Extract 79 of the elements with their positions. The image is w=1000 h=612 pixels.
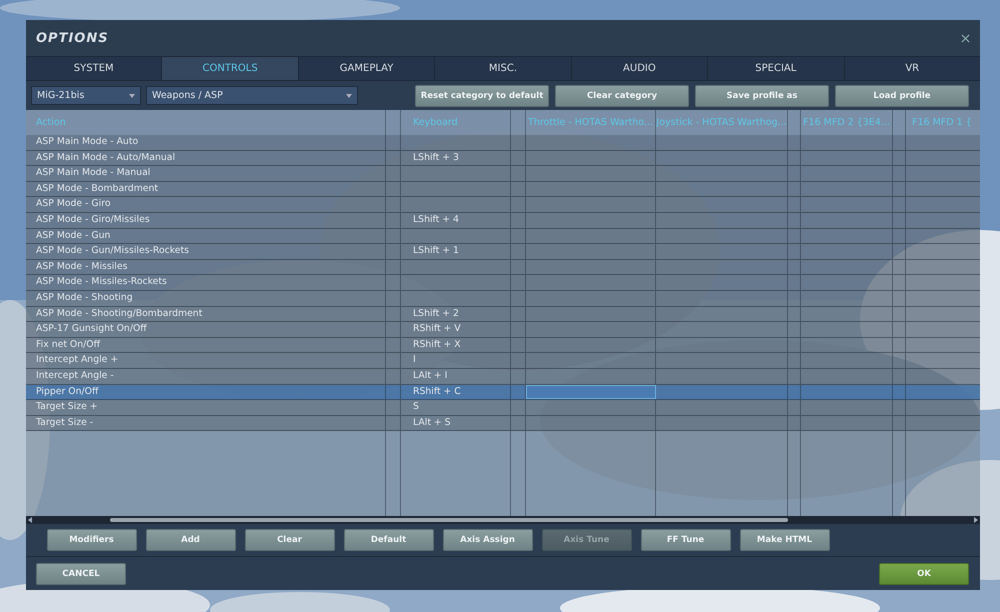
table-row[interactable]: Pipper On/Off RShift + C (26, 384, 980, 400)
close-icon[interactable] (961, 34, 970, 42)
table-row[interactable]: ASP Mode - Missiles (26, 260, 980, 276)
table-cell: ASP Main Mode - Auto/Manual (26, 150, 386, 166)
table-cell: LShift + 4 (401, 212, 511, 228)
table-cell: ASP Mode - Shooting/Bombardment (26, 306, 386, 322)
caret-icon (346, 94, 352, 98)
table-row[interactable]: ASP Main Mode - Auto (26, 135, 980, 151)
table-row[interactable]: Intercept Angle - LAlt + I (26, 368, 980, 384)
action-button[interactable]: FF Tune (640, 529, 730, 551)
table-cell: LAlt + I (401, 368, 511, 384)
table-cell: LShift + 1 (401, 244, 511, 259)
table-cell: Target Size + (26, 400, 386, 415)
table-cell: Intercept Angle + (26, 353, 386, 368)
table-row[interactable]: ASP Main Mode - Manual (26, 166, 980, 182)
toolbar-button[interactable]: Load profile (835, 84, 969, 106)
tab[interactable]: SPECIAL (708, 57, 845, 80)
table-row[interactable]: ASP Main Mode - Auto/Manual LShift + 3 (26, 150, 980, 166)
action-button[interactable]: Add (146, 529, 236, 551)
table-cell: Intercept Angle - (26, 368, 386, 384)
tab[interactable]: AUDIO (572, 57, 708, 80)
table-row[interactable]: ASP Mode - Missiles-Rockets (26, 275, 980, 291)
table-row[interactable]: ASP Mode - Gun (26, 228, 980, 244)
table-row[interactable]: ASP-17 Gunsight On/Off RShift + V (26, 322, 980, 338)
table-cell: ASP Mode - Gun/Missiles-Rockets (26, 244, 386, 259)
toolbar-button[interactable]: Save profile as (695, 84, 829, 106)
table-cell: ASP Mode - Missiles-Rockets (26, 275, 386, 290)
action-button[interactable]: Make HTML (740, 529, 830, 551)
window-title: OPTIONS (36, 30, 109, 46)
table-row[interactable]: ASP Mode - Bombardment (26, 182, 980, 198)
table-row[interactable]: Fix net On/Off RShift + X (26, 338, 980, 354)
toolbar-button[interactable]: Reset category to default (415, 84, 549, 106)
table-cell: ASP Main Mode - Manual (26, 166, 386, 181)
table-cell: ASP Mode - Shooting (26, 290, 386, 306)
dropdown[interactable]: Weapons / ASP (146, 86, 358, 105)
caret-icon (129, 94, 135, 98)
scrollbar-thumb[interactable] (110, 518, 788, 522)
table-cell: RShift + C (401, 384, 511, 400)
ok-button[interactable]: OK (879, 562, 969, 584)
table-cell: LShift + 3 (401, 150, 511, 166)
table-cell: LAlt + S (401, 416, 511, 430)
table-cell: ASP-17 Gunsight On/Off (26, 322, 386, 337)
action-button[interactable]: Modifiers (46, 529, 136, 551)
cancel-button[interactable]: CANCEL (36, 562, 126, 584)
table-cell: RShift + V (401, 322, 511, 337)
table-cell: ASP Mode - Giro (26, 197, 386, 212)
table-row[interactable]: ASP Mode - Giro/Missiles LShift + 4 (26, 212, 980, 229)
action-button[interactable]: Clear (244, 529, 334, 551)
table-row[interactable]: Target Size - LAlt + S (26, 416, 980, 432)
table-cell: ASP Mode - Bombardment (26, 182, 386, 196)
table-row[interactable]: ASP Mode - Gun/Missiles-Rockets LShift + 1 (26, 244, 980, 260)
table-cell: ASP Mode - Missiles (26, 260, 386, 274)
dropdown[interactable]: MiG-21bis (31, 86, 141, 105)
selected-cell[interactable] (526, 384, 656, 400)
table-row[interactable]: ASP Mode - Shooting/Bombardment LShift + 2 (26, 306, 980, 322)
scroll-right-icon[interactable] (974, 517, 978, 523)
tab[interactable]: GAMEPLAY (298, 57, 436, 80)
table-cell: Pipper On/Off (26, 384, 386, 400)
table-cell: RShift + X (401, 338, 511, 352)
scroll-left-icon[interactable] (28, 517, 32, 523)
tab[interactable]: VR (844, 57, 980, 80)
table-row[interactable]: ASP Mode - Giro (26, 197, 980, 213)
action-button[interactable]: Default (344, 529, 434, 551)
table-cell: ASP Main Mode - Auto (26, 135, 386, 150)
table-row[interactable]: ASP Mode - Shooting (26, 290, 980, 307)
tab[interactable]: CONTROLS (162, 57, 299, 80)
toolbar-button[interactable]: Clear category (555, 84, 689, 106)
table-cell: LShift + 2 (401, 306, 511, 322)
table-cell: ASP Mode - Gun (26, 228, 386, 244)
table-cell: S (401, 400, 511, 415)
horizontal-scrollbar[interactable] (26, 516, 980, 524)
table-cell: Fix net On/Off (26, 338, 386, 352)
tab[interactable]: MISC. (435, 57, 572, 80)
action-button[interactable]: Axis Assign (442, 529, 532, 551)
table-cell: I (401, 353, 511, 368)
table-row[interactable]: Intercept Angle + I (26, 353, 980, 369)
table-cell: Target Size - (26, 416, 386, 430)
table-cell: ASP Mode - Giro/Missiles (26, 212, 386, 228)
table-row[interactable]: Target Size + S (26, 400, 980, 416)
